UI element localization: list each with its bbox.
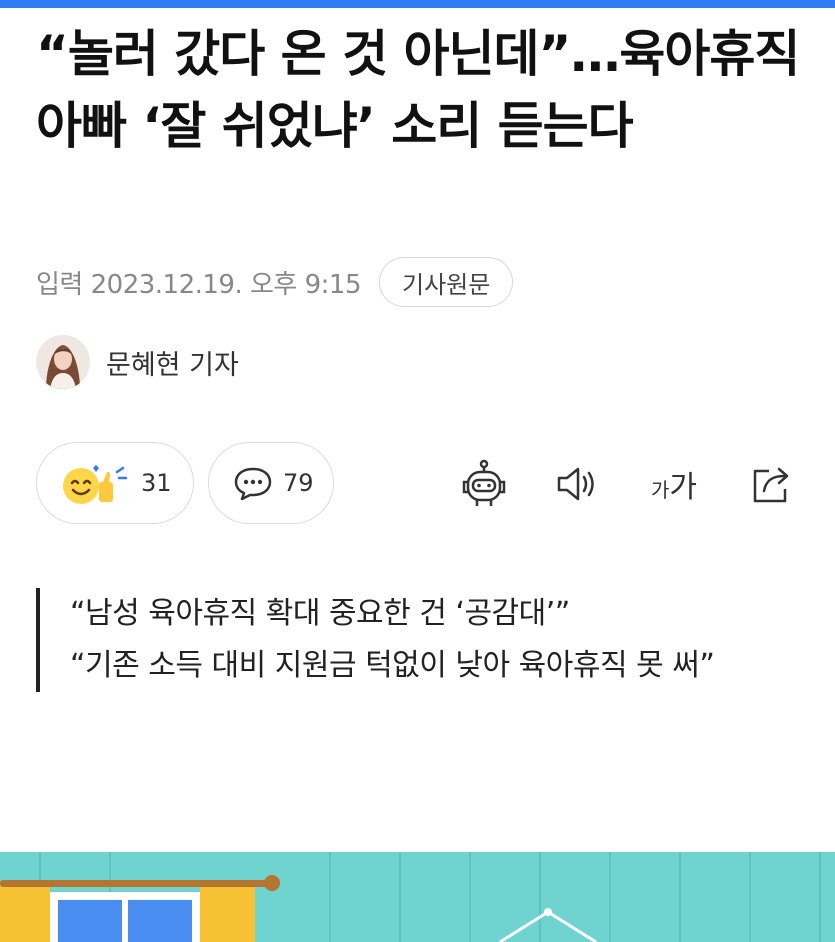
emoji-thumbs-up-icon: [63, 465, 128, 504]
author-row[interactable]: 문혜현 기자: [36, 334, 239, 390]
share-button[interactable]: [746, 458, 798, 510]
publish-date: 입력 2023.12.19. 오후 9:15: [36, 269, 362, 300]
summary-bot-button[interactable]: [458, 458, 510, 510]
author-name[interactable]: 문혜현 기자: [106, 343, 239, 382]
reaction-count: 31: [141, 469, 172, 497]
comment-icon: [234, 467, 272, 501]
robot-summary-icon: [462, 459, 506, 506]
article-meta: 입력 2023.12.19. 오후 9:15 기사원문: [36, 256, 514, 308]
share-icon: [753, 467, 789, 503]
font-size-button[interactable]: 가가: [644, 458, 704, 510]
author-avatar[interactable]: [36, 335, 90, 389]
font-big-label: 가: [669, 470, 697, 505]
reaction-button[interactable]: 31: [36, 442, 194, 524]
speaker-icon: [557, 467, 594, 501]
article-title: “놀러 갔다 온 것 아닌데”…육아휴직 아빠 ‘잘 쉬었냐’ 소리 듣는다: [36, 25, 800, 155]
original-article-button[interactable]: 기사원문: [379, 257, 514, 307]
summary-line: “남성 육아휴직 확대 중요한 건 ‘공감대’”: [70, 596, 570, 631]
hero-illustration: [0, 852, 835, 942]
font-size-icon: 가가: [651, 462, 697, 506]
comment-count: 79: [283, 469, 314, 497]
article-summary-quote: “남성 육아휴직 확대 중요한 건 ‘공감대’” “기존 소득 대비 지원금 턱…: [36, 588, 796, 692]
listen-button[interactable]: [552, 458, 604, 510]
summary-line: “기존 소득 대비 지원금 턱없이 낮아 육아휴직 못 써”: [70, 648, 715, 683]
font-small-label: 가: [650, 478, 670, 502]
top-accent-bar: [0, 0, 835, 8]
comment-button[interactable]: 79: [208, 442, 334, 524]
